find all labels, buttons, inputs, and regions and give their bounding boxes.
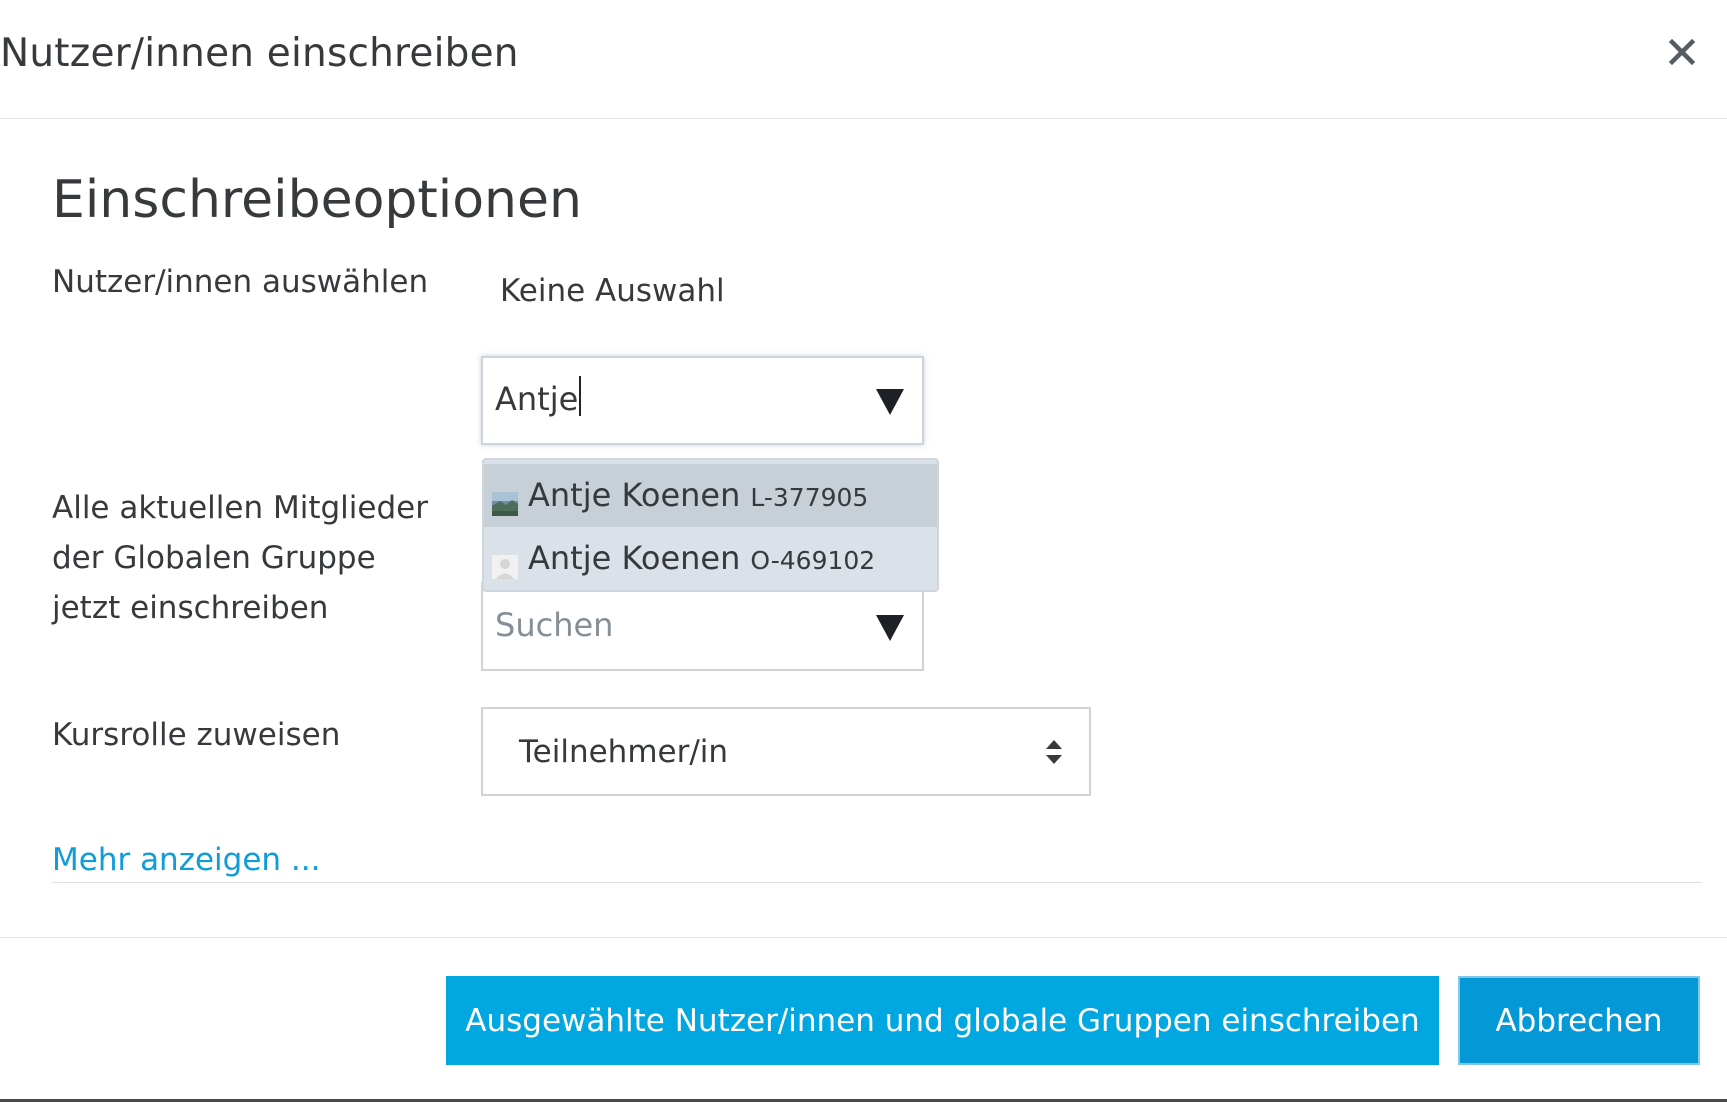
landscape-photo-avatar-icon	[492, 492, 518, 516]
role-select-value: Teilnehmer/in	[519, 734, 729, 770]
sort-arrows-icon	[1046, 740, 1062, 764]
cancel-button[interactable]: Abbrechen	[1458, 976, 1700, 1065]
show-more-link[interactable]: Mehr anzeigen ...	[52, 835, 320, 885]
form-divider	[52, 882, 1702, 883]
text-cursor	[579, 376, 582, 416]
select-users-label: Nutzer/innen auswählen	[52, 264, 429, 300]
dialog-header: Nutzer/innen einschreiben	[0, 0, 1727, 119]
suggestion-label: Antje Koenen O-469102	[528, 539, 876, 577]
suggestion-item[interactable]: Antje Koenen L-377905	[484, 464, 937, 527]
suggestion-label: Antje Koenen L-377905	[528, 476, 869, 514]
suggestion-item[interactable]: Antje Koenen O-469102	[484, 527, 937, 590]
no-selection-text: Keine Auswahl	[500, 273, 725, 309]
user-suggestions-list: Antje Koenen L-377905 Antje Koenen O-46910…	[482, 458, 939, 592]
dropdown-triangle-icon[interactable]	[876, 615, 904, 641]
dialog-title: Nutzer/innen einschreiben	[0, 31, 519, 76]
role-select[interactable]: Teilnehmer/in	[481, 707, 1091, 796]
assign-role-label: Kursrolle zuweisen	[52, 717, 341, 753]
enrol-selected-button[interactable]: Ausgewählte Nutzer/innen und globale Gru…	[446, 976, 1439, 1065]
section-heading: Einschreibeoptionen	[52, 170, 582, 230]
dropdown-triangle-icon[interactable]	[876, 389, 904, 415]
default-user-avatar-icon	[492, 555, 518, 579]
enrol-users-dialog: Nutzer/innen einschreiben Einschreibeopt…	[0, 0, 1727, 1102]
global-group-combobox[interactable]: Suchen	[481, 582, 924, 671]
global-group-search-input[interactable]: Suchen	[495, 600, 613, 650]
close-icon	[1668, 38, 1696, 66]
close-button[interactable]	[1658, 28, 1706, 76]
user-search-combobox[interactable]: Antje	[481, 356, 924, 445]
global-group-label: Alle aktuellen Mitglieder der Globalen G…	[52, 490, 428, 626]
user-search-input[interactable]: Antje	[495, 374, 582, 424]
footer-divider	[0, 937, 1727, 938]
